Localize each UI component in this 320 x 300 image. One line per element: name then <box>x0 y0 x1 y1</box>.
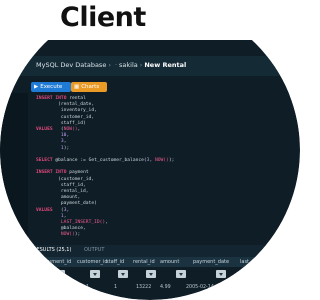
breadcrumb-separator: › <box>108 61 111 69</box>
page-title: Client <box>60 2 146 33</box>
breadcrumb-separator: › <box>139 61 143 69</box>
breadcrumb: MySQL Dev Database › · sakila › New Rental <box>36 61 186 69</box>
chart-icon: ▦ <box>74 84 80 90</box>
charts-label: Charts <box>81 84 100 90</box>
play-icon: ▶ <box>34 84 39 90</box>
filter-dropdown-icon[interactable] <box>176 270 186 278</box>
editor-gutter <box>0 93 28 243</box>
app-window: MySQL Dev Database › · sakila › New Rental ▶ E… <box>0 0 300 300</box>
column-header[interactable]: staff_id <box>106 259 124 265</box>
code-line: SELECT @balance := Get_customer_balance(… <box>36 158 175 164</box>
filter-dropdown-icon[interactable] <box>262 270 272 278</box>
filter-dropdown-icon[interactable] <box>55 270 65 278</box>
tab-results[interactable]: RESULTS (25,1) <box>33 247 71 253</box>
column-header[interactable]: rental_id <box>133 259 155 265</box>
breadcrumb-separator: · <box>114 61 118 69</box>
breadcrumb-database[interactable]: MySQL Dev Database <box>36 61 106 69</box>
code-line: NOW()); <box>60 232 81 238</box>
table-cell: 1 <box>86 285 90 290</box>
table-cell: 2005-05-24 <box>240 285 268 290</box>
column-header[interactable]: payment_id <box>42 259 71 265</box>
execute-button[interactable]: ▶ Execute <box>31 82 71 92</box>
table-cell: 4.99 <box>160 285 171 290</box>
table-cell: 1 <box>114 285 118 290</box>
breadcrumb-current-tab: New Rental <box>144 61 187 69</box>
table-cell: 1 <box>50 285 54 290</box>
column-header[interactable]: amount <box>160 259 179 265</box>
table-cell: 2005-02-14 <box>186 285 214 290</box>
charts-button[interactable]: ▦ Charts <box>71 82 107 92</box>
filter-dropdown-icon[interactable] <box>216 270 226 278</box>
execute-label: Execute <box>40 84 63 90</box>
filter-dropdown-icon[interactable] <box>118 270 128 278</box>
table-cell: 13222 <box>136 285 152 290</box>
column-header[interactable]: customer_id <box>77 259 108 265</box>
filter-dropdown-icon[interactable] <box>146 270 156 278</box>
page-header <box>0 0 300 40</box>
tab-output[interactable]: OUTPUT <box>84 247 104 253</box>
column-header[interactable]: last_update <box>240 259 269 265</box>
breadcrumb-schema[interactable]: sakila <box>119 61 138 69</box>
sql-editor[interactable]: INSERT INTO rental (rental_date, invento… <box>36 96 174 239</box>
filter-dropdown-icon[interactable] <box>90 270 100 278</box>
column-header[interactable]: payment_date <box>193 259 229 265</box>
